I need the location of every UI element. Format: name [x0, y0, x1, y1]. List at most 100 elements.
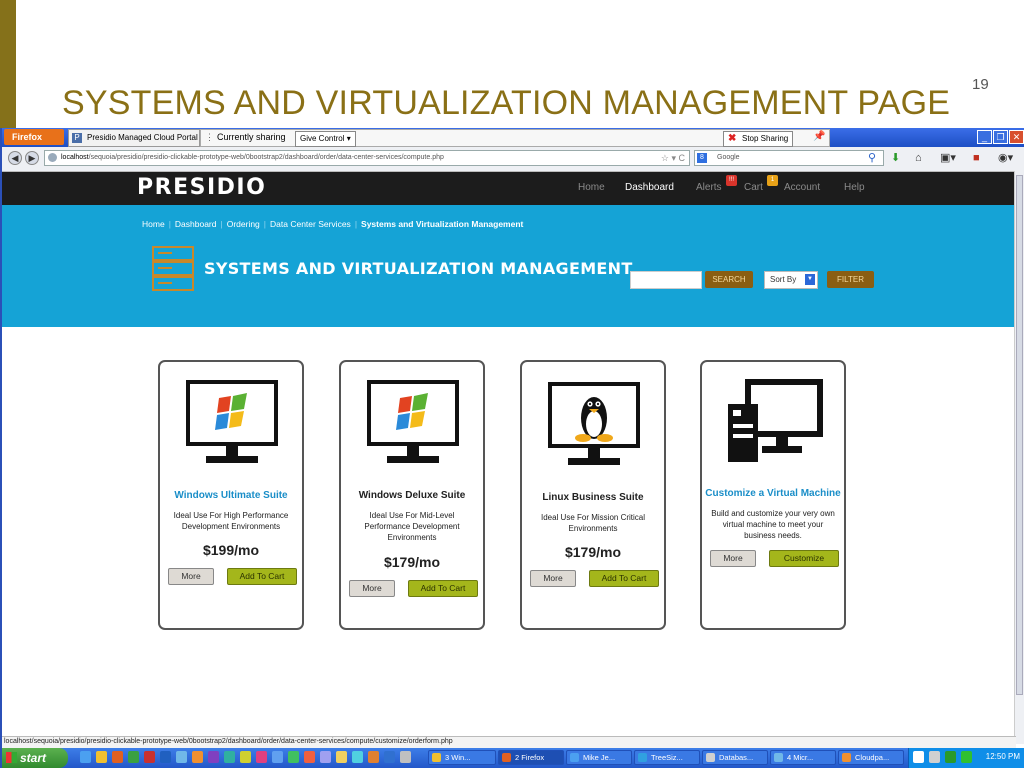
quicklaunch-icon[interactable]	[128, 751, 139, 763]
scrollbar-thumb[interactable]	[1016, 175, 1023, 695]
bookmarks-icon[interactable]: ▣▾	[940, 151, 956, 165]
home-icon[interactable]: ⌂	[915, 151, 922, 165]
minimize-icon[interactable]: _	[977, 130, 992, 144]
add-to-cart-button[interactable]: Add To Cart	[408, 580, 478, 597]
download-icon[interactable]: ⬇	[891, 151, 900, 165]
more-button[interactable]: More	[168, 568, 214, 585]
search-input[interactable]	[630, 271, 702, 289]
quicklaunch-icon[interactable]	[368, 751, 379, 763]
nav-alerts[interactable]: Alerts	[696, 182, 722, 193]
breadcrumb-ordering[interactable]: Ordering	[227, 219, 260, 229]
sort-by-select[interactable]: Sort By ▼	[764, 271, 818, 289]
browser-status-bar: localhost/sequoia/presidio/presidio-clic…	[2, 736, 1016, 748]
back-icon[interactable]: ◀	[8, 151, 22, 165]
stop-icon: ✖	[728, 133, 737, 144]
taskbar-item-cloudpa[interactable]: Cloudpa...	[838, 750, 904, 765]
url-bar[interactable]: localhost/sequoia/presidio/presidio-clic…	[44, 150, 690, 166]
url-host: localhost	[61, 154, 89, 161]
maximize-icon[interactable]: ❐	[993, 130, 1008, 144]
window-controls: _ ❐ ✕	[977, 130, 1024, 144]
windows-taskbar: start 3 Win... 2 Firefox Mike Je... Tree…	[2, 748, 1024, 768]
quicklaunch-icon[interactable]	[304, 751, 315, 763]
breadcrumb-home[interactable]: Home	[142, 219, 165, 229]
nav-account[interactable]: Account	[784, 182, 820, 193]
drag-handle-icon[interactable]: ⋮	[205, 132, 214, 143]
addon-icon[interactable]: ■	[973, 151, 980, 165]
product-title[interactable]: Windows Ultimate Suite	[160, 490, 302, 501]
presidio-logo[interactable]: PRESIDIO	[137, 175, 266, 200]
quicklaunch-icon[interactable]	[176, 751, 187, 763]
stop-sharing-button[interactable]: ✖ Stop Sharing	[723, 131, 794, 147]
quicklaunch-icon[interactable]	[320, 751, 331, 763]
slide-title: SYSTEMS AND VIRTUALIZATION MANAGEMENT PA…	[62, 84, 951, 122]
quicklaunch-icon[interactable]	[400, 751, 411, 763]
tray-icon[interactable]	[929, 751, 940, 763]
taskbar-item-treesize[interactable]: TreeSiz...	[634, 750, 700, 765]
firefox-menu-button[interactable]: Firefox	[4, 129, 64, 145]
search-button[interactable]: SEARCH	[705, 271, 753, 288]
more-button[interactable]: More	[710, 550, 756, 567]
site-header: PRESIDIO Home Dashboard Alerts !!! Cart …	[2, 172, 1014, 205]
taskbar-item-database[interactable]: Databas...	[702, 750, 768, 765]
nav-cart[interactable]: Cart	[744, 182, 763, 193]
pin-icon[interactable]: 📌	[813, 131, 825, 142]
taskbar-item-mike[interactable]: Mike Je...	[566, 750, 632, 765]
product-price: $179/mo	[383, 554, 441, 570]
add-to-cart-button[interactable]: Add To Cart	[589, 570, 659, 587]
quicklaunch-icon[interactable]	[208, 751, 219, 763]
taskbar-item-firefox[interactable]: 2 Firefox	[498, 750, 564, 765]
ie-icon[interactable]	[80, 751, 91, 763]
menu-icon[interactable]: ◉▾	[998, 151, 1013, 165]
quicklaunch-icon[interactable]	[144, 751, 155, 763]
help-icon[interactable]	[913, 751, 924, 763]
quicklaunch-icon[interactable]	[336, 751, 347, 763]
page-scrollbar[interactable]	[1014, 171, 1024, 744]
product-title[interactable]: Linux Business Suite	[522, 492, 664, 503]
browser-tab[interactable]: P Presidio Managed Cloud Portal - (	[68, 129, 200, 147]
give-control-dropdown[interactable]: Give Control ▾	[295, 131, 356, 147]
quicklaunch-icon[interactable]	[384, 751, 395, 763]
breadcrumb-data-center-services[interactable]: Data Center Services	[270, 219, 351, 229]
taskbar-item-windows[interactable]: 3 Win...	[428, 750, 496, 765]
quicklaunch-icon[interactable]	[256, 751, 267, 763]
screen-share-bar: ⋮ Currently sharing Give Control ▾ ✖ Stop…	[200, 129, 830, 147]
bookmark-star-icon[interactable]: ☆ ▾ C	[661, 151, 685, 165]
quicklaunch-icon[interactable]	[288, 751, 299, 763]
product-title[interactable]: Windows Deluxe Suite	[341, 490, 483, 501]
google-icon: 8	[697, 153, 707, 163]
alerts-badge: !!!	[726, 175, 737, 186]
nav-home[interactable]: Home	[578, 182, 605, 193]
taskbar-item-microsoft[interactable]: 4 Micr...	[770, 750, 836, 765]
quicklaunch-icon[interactable]	[224, 751, 235, 763]
product-card-windows-ultimate: Windows Ultimate Suite Ideal Use For Hig…	[158, 360, 304, 630]
nav-dashboard[interactable]: Dashboard	[625, 182, 674, 193]
close-icon[interactable]: ✕	[1009, 130, 1024, 144]
filter-button[interactable]: FILTER	[827, 271, 874, 288]
desktop-tower-icon	[728, 379, 823, 462]
customize-button[interactable]: Customize	[769, 550, 839, 567]
more-button[interactable]: More	[530, 570, 576, 587]
breadcrumb-dashboard[interactable]: Dashboard	[175, 219, 217, 229]
firefox-icon[interactable]	[112, 751, 123, 763]
search-go-icon[interactable]: ⚲	[868, 151, 876, 165]
quicklaunch-icon[interactable]	[272, 751, 283, 763]
linux-monitor-icon	[548, 382, 640, 465]
add-to-cart-button[interactable]: Add To Cart	[227, 568, 297, 585]
product-title[interactable]: Customize a Virtual Machine	[702, 488, 844, 499]
windows-monitor-icon	[367, 380, 459, 463]
tray-icon[interactable]	[961, 751, 972, 763]
quicklaunch-icon[interactable]	[160, 751, 171, 763]
forward-icon[interactable]: ▶	[25, 151, 39, 165]
quicklaunch-icon[interactable]	[192, 751, 203, 763]
quicklaunch-icon[interactable]	[352, 751, 363, 763]
start-button[interactable]: start	[2, 748, 68, 768]
cart-badge: 1	[767, 175, 778, 186]
tray-icon[interactable]	[945, 751, 956, 763]
nav-help[interactable]: Help	[844, 182, 865, 193]
folder-icon[interactable]	[96, 751, 107, 763]
quicklaunch-icon[interactable]	[240, 751, 251, 763]
more-button[interactable]: More	[349, 580, 395, 597]
server-rack-icon	[152, 246, 194, 291]
search-engine-input[interactable]: 8 Google	[694, 150, 884, 166]
windows-monitor-icon	[186, 380, 278, 463]
